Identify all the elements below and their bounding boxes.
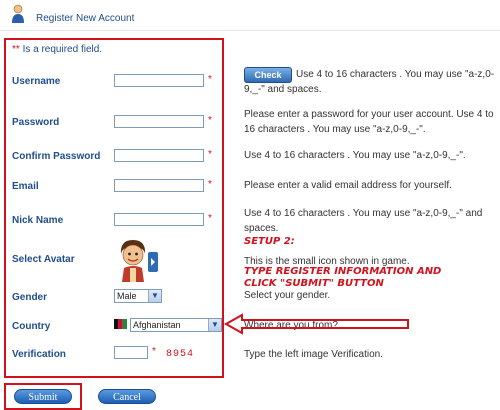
required-mark: *	[208, 213, 212, 224]
required-mark: *	[208, 179, 212, 190]
nick-name-hint: Use 4 to 16 characters . You may use "a-…	[244, 208, 483, 234]
afghanistan-flag-icon	[114, 319, 127, 329]
confirm-password-input[interactable]	[114, 149, 204, 162]
chevron-right-icon	[151, 258, 155, 266]
email-label: Email	[12, 181, 39, 192]
verification-input[interactable]	[114, 346, 148, 359]
annotation-instruction-line1: TYPE REGISTER INFORMATION AND	[244, 266, 442, 277]
username-input[interactable]	[114, 74, 204, 87]
cancel-button[interactable]: Cancel	[98, 389, 156, 404]
user-icon	[10, 4, 26, 24]
gender-select[interactable]: Male ▼	[114, 289, 162, 303]
annotation-step: SETUP 2:	[244, 236, 295, 247]
password-label: Password	[12, 117, 60, 128]
required-mark: *	[208, 149, 212, 160]
username-hint: Use 4 to 16 characters . You may use "a-…	[244, 69, 495, 95]
avatar-next-button[interactable]	[148, 252, 158, 272]
avatar-image[interactable]	[116, 238, 150, 282]
submit-button[interactable]: Submit	[14, 389, 72, 404]
nick-name-input[interactable]	[114, 213, 204, 226]
required-note-star: **	[12, 44, 20, 55]
annotation-instruction-line2: CLICK "SUBMIT" BUTTON	[244, 278, 384, 289]
required-mark: *	[208, 74, 212, 85]
country-label: Country	[12, 321, 51, 332]
verification-code-image: 8954	[166, 349, 195, 360]
verification-label: Verification	[12, 349, 66, 360]
gender-selected-value: Male	[117, 291, 137, 301]
header-divider	[0, 30, 500, 31]
gender-label: Gender	[12, 292, 48, 303]
password-hint: Please enter a password for your user ac…	[244, 109, 494, 135]
select-avatar-label: Select Avatar	[12, 254, 75, 265]
email-input[interactable]	[114, 179, 204, 192]
confirm-password-label: Confirm Password	[12, 151, 101, 162]
gender-hint: Select your gender.	[244, 290, 331, 301]
country-select[interactable]: Afghanistan ▼	[130, 318, 222, 332]
email-hint: Please enter a valid email address for y…	[244, 180, 452, 191]
required-field-note: ** Is a required field.	[12, 44, 102, 55]
country-selected-value: Afghanistan	[133, 320, 181, 330]
username-label: Username	[12, 76, 61, 87]
confirm-password-hint: Use 4 to 16 characters . You may use "a-…	[244, 150, 466, 161]
page-title: Register New Account	[36, 13, 135, 24]
required-note-text: Is a required field.	[19, 44, 103, 55]
chevron-down-icon: ▼	[148, 290, 161, 302]
chevron-down-icon: ▼	[208, 319, 221, 331]
nick-name-label: Nick Name	[12, 215, 64, 226]
required-mark: *	[208, 115, 212, 126]
annotation-arrow-icon	[224, 313, 409, 335]
required-mark: *	[152, 346, 156, 357]
verification-hint: Type the left image Verification.	[244, 349, 383, 360]
password-input[interactable]	[114, 115, 204, 128]
